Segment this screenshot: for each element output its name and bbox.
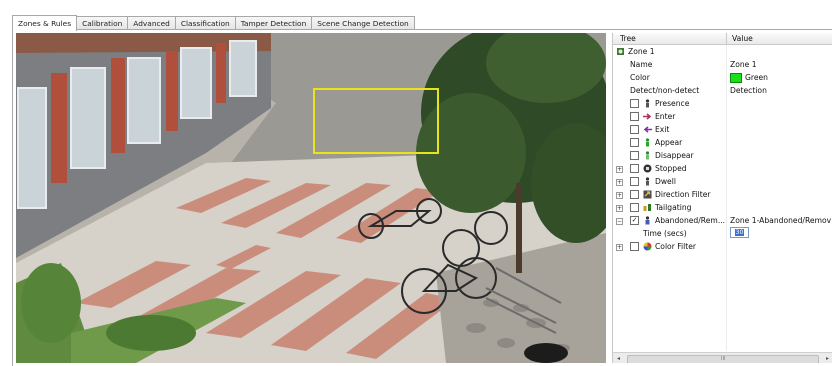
tailgating-icon <box>643 204 651 211</box>
tab-advanced[interactable]: Advanced <box>127 16 176 30</box>
presence-label: Presence <box>655 99 690 108</box>
time-row[interactable]: Time (secs) 30 <box>613 227 832 240</box>
abandoned-label: Abandoned/Rem... <box>655 216 726 225</box>
color-filter-label: Color Filter <box>655 242 697 251</box>
zone-label: Zone 1 <box>628 47 655 56</box>
tailgating-label: Tailgating <box>655 203 692 212</box>
exit-label: Exit <box>655 125 670 134</box>
rule-row-appear[interactable]: Appear <box>613 136 832 149</box>
camera-scene <box>16 33 606 363</box>
name-value[interactable]: Zone 1 <box>730 58 757 71</box>
tab-calibration[interactable]: Calibration <box>76 16 129 30</box>
time-input[interactable]: 30 <box>730 227 749 238</box>
color-label: Color <box>630 73 650 82</box>
enter-checkbox[interactable] <box>630 112 639 121</box>
enter-label: Enter <box>655 112 676 121</box>
camera-view[interactable] <box>16 33 606 363</box>
color-value-text: Green <box>745 73 768 82</box>
disappear-label: Disappear <box>655 151 694 160</box>
name-row[interactable]: Name Zone 1 <box>613 58 832 71</box>
abandoned-expander[interactable]: − <box>616 218 623 225</box>
exit-checkbox[interactable] <box>630 125 639 134</box>
rule-row-color-filter[interactable]: + Color Filter <box>613 240 832 253</box>
tab-strip: Zones & Rules Calibration Advanced Class… <box>12 14 415 31</box>
name-label: Name <box>630 60 653 69</box>
horizontal-scrollbar[interactable]: ◂ III ▸ <box>613 352 832 363</box>
rule-row-exit[interactable]: Exit <box>613 123 832 136</box>
direction-filter-label: Direction Filter <box>655 190 711 199</box>
direction-filter-expander[interactable]: + <box>616 192 623 199</box>
rule-row-direction-filter[interactable]: + Direction Filter <box>613 188 832 201</box>
rule-row-dwell[interactable]: + Dwell <box>613 175 832 188</box>
rule-row-abandoned[interactable]: − ✓ Abandoned/Rem... Zone 1-Abandoned/Re… <box>613 214 832 227</box>
stopped-checkbox[interactable] <box>630 164 639 173</box>
scroll-right-arrow-icon[interactable]: ▸ <box>822 353 832 363</box>
color-value[interactable]: Green <box>730 71 768 84</box>
appear-icon <box>645 138 650 147</box>
tab-tamper-detection[interactable]: Tamper Detection <box>234 16 313 30</box>
time-label: Time (secs) <box>643 229 687 238</box>
color-filter-expander[interactable]: + <box>616 244 623 251</box>
scroll-left-arrow-icon[interactable]: ◂ <box>613 353 624 363</box>
tab-scene-change-detection[interactable]: Scene Change Detection <box>311 16 415 30</box>
disappear-icon <box>645 151 650 160</box>
direction-filter-checkbox[interactable] <box>630 190 639 199</box>
detect-label: Detect/non-detect <box>630 86 700 95</box>
time-input-value: 30 <box>734 229 745 236</box>
column-header-tree[interactable]: Tree <box>620 33 636 44</box>
rule-row-stopped[interactable]: + Stopped <box>613 162 832 175</box>
enter-arrow-icon <box>643 113 652 120</box>
dwell-expander[interactable]: + <box>616 179 623 186</box>
grid-header: Tree Value <box>613 33 832 45</box>
tailgating-expander[interactable]: + <box>616 205 623 212</box>
tab-zones-rules[interactable]: Zones & Rules <box>12 15 78 31</box>
tab-classification[interactable]: Classification <box>174 16 236 30</box>
abandoned-checkbox[interactable]: ✓ <box>630 216 639 225</box>
stopped-label: Stopped <box>655 164 687 173</box>
column-separator[interactable] <box>726 33 727 44</box>
color-filter-icon <box>643 242 652 251</box>
exit-arrow-icon <box>643 126 652 133</box>
dwell-checkbox[interactable] <box>630 177 639 186</box>
color-filter-checkbox[interactable] <box>630 242 639 251</box>
detect-value[interactable]: Detection <box>730 84 767 97</box>
color-row[interactable]: Color Green <box>613 71 832 84</box>
appear-checkbox[interactable] <box>630 138 639 147</box>
rule-row-enter[interactable]: Enter <box>613 110 832 123</box>
rule-row-tailgating[interactable]: + Tailgating <box>613 201 832 214</box>
direction-filter-icon <box>643 190 652 199</box>
rule-row-presence[interactable]: Presence <box>613 97 832 110</box>
scrollbar-grip: III <box>721 356 726 362</box>
presence-checkbox[interactable] <box>630 99 639 108</box>
abandoned-value[interactable]: Zone 1-Abandoned/Remov <box>730 214 831 227</box>
zone-row[interactable]: Zone 1 <box>613 45 832 58</box>
stopped-expander[interactable]: + <box>616 166 623 173</box>
person-icon <box>645 99 650 108</box>
rule-row-disappear[interactable]: Disappear <box>613 149 832 162</box>
detect-row[interactable]: Detect/non-detect Detection <box>613 84 832 97</box>
dwell-label: Dwell <box>655 177 676 186</box>
dwell-icon <box>645 177 650 186</box>
tailgating-checkbox[interactable] <box>630 203 639 212</box>
property-grid: Tree Value Zone 1 Name Zone 1 Color Gree… <box>612 33 832 363</box>
disappear-checkbox[interactable] <box>630 151 639 160</box>
color-swatch <box>730 72 742 83</box>
zone-icon <box>617 48 624 55</box>
stopped-icon <box>643 164 652 173</box>
column-header-value[interactable]: Value <box>732 33 753 44</box>
appear-label: Appear <box>655 138 683 147</box>
time-value[interactable]: 30 <box>730 227 749 238</box>
abandoned-object-icon <box>645 216 650 225</box>
